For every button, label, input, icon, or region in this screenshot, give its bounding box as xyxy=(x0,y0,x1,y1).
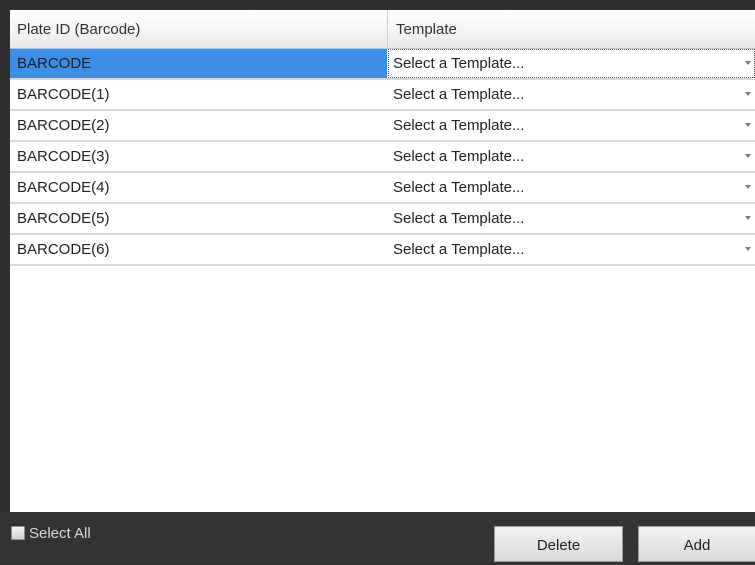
template-select[interactable]: Select a Template... xyxy=(388,49,755,78)
plate-grid: Plate ID (Barcode) Template BARCODE Sele… xyxy=(10,10,755,512)
template-select-value: Select a Template... xyxy=(393,148,525,165)
plate-id-cell[interactable]: BARCODE(2) xyxy=(10,111,387,140)
template-select-value: Select a Template... xyxy=(393,55,525,72)
table-row[interactable]: BARCODE Select a Template... xyxy=(10,49,755,80)
plate-id-cell[interactable]: BARCODE(5) xyxy=(10,204,387,233)
select-all-toggle[interactable]: Select All xyxy=(11,524,91,542)
template-select-value: Select a Template... xyxy=(393,210,525,227)
template-select-value: Select a Template... xyxy=(393,117,525,134)
table-row[interactable]: BARCODE(2) Select a Template... xyxy=(10,111,755,142)
add-button[interactable]: Add xyxy=(638,526,755,562)
template-select-value: Select a Template... xyxy=(393,179,525,196)
template-select[interactable]: Select a Template... xyxy=(388,204,755,233)
template-select[interactable]: Select a Template... xyxy=(388,235,755,264)
plate-id-cell[interactable]: BARCODE(1) xyxy=(10,80,387,109)
plate-id-cell[interactable]: BARCODE(4) xyxy=(10,173,387,202)
column-header-template[interactable]: Template xyxy=(388,10,755,48)
table-row[interactable]: BARCODE(5) Select a Template... xyxy=(10,204,755,235)
grid-rows: BARCODE Select a Template... BARCODE(1) … xyxy=(10,49,755,266)
chevron-down-icon[interactable] xyxy=(745,247,751,251)
column-header-plate-id[interactable]: Plate ID (Barcode) xyxy=(10,10,388,48)
template-select-value: Select a Template... xyxy=(393,241,525,258)
plate-id-cell[interactable]: BARCODE xyxy=(10,49,387,78)
chevron-down-icon[interactable] xyxy=(745,61,751,65)
template-select[interactable]: Select a Template... xyxy=(388,111,755,140)
template-select[interactable]: Select a Template... xyxy=(388,142,755,171)
table-row[interactable]: BARCODE(4) Select a Template... xyxy=(10,173,755,204)
template-select-value: Select a Template... xyxy=(393,86,525,103)
chevron-down-icon[interactable] xyxy=(745,154,751,158)
delete-button[interactable]: Delete xyxy=(494,526,623,562)
checkbox-icon[interactable] xyxy=(11,526,25,540)
chevron-down-icon[interactable] xyxy=(745,92,751,96)
plate-id-cell[interactable]: BARCODE(3) xyxy=(10,142,387,171)
chevron-down-icon[interactable] xyxy=(745,123,751,127)
chevron-down-icon[interactable] xyxy=(745,185,751,189)
chevron-down-icon[interactable] xyxy=(745,216,751,220)
template-select[interactable]: Select a Template... xyxy=(388,173,755,202)
action-bar: Select All Delete Add xyxy=(0,512,755,564)
grid-header: Plate ID (Barcode) Template xyxy=(10,10,755,49)
template-select[interactable]: Select a Template... xyxy=(388,80,755,109)
table-row[interactable]: BARCODE(6) Select a Template... xyxy=(10,235,755,266)
select-all-label[interactable]: Select All xyxy=(29,525,91,542)
table-row[interactable]: BARCODE(3) Select a Template... xyxy=(10,142,755,173)
table-row[interactable]: BARCODE(1) Select a Template... xyxy=(10,80,755,111)
plate-id-cell[interactable]: BARCODE(6) xyxy=(10,235,387,264)
